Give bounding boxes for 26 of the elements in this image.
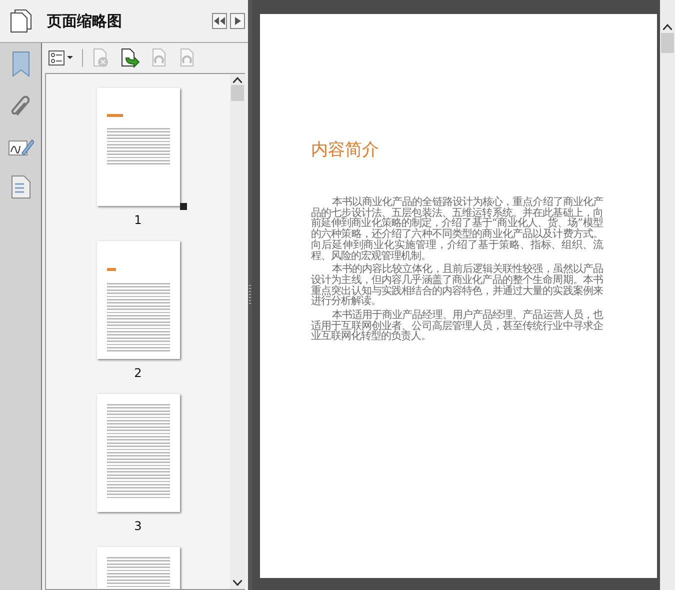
page-thumbnail[interactable] (96, 241, 180, 359)
scroll-down-icon[interactable] (233, 580, 242, 586)
options-icon[interactable] (48, 50, 74, 66)
right-arrow-icon (234, 17, 240, 25)
page-number: 3 (134, 519, 142, 533)
panel-title: 页面缩略图 (47, 12, 123, 30)
bookmark-icon[interactable] (12, 51, 30, 77)
page-thumbnail[interactable] (96, 394, 180, 512)
insert-page-icon[interactable] (119, 48, 141, 68)
double-left-arrow-icon (214, 17, 225, 25)
body-paragraph: 本书以商业化产品的全链路设计为核心，重点介绍了商业化产品的七步设计法、五层包装法、五维运转系统。并在此基础上，向前延伸到商业化策略的制定，介绍了基于“商业化人、货、场”模型的六种策略，还介绍了六种不同类型的商业化产品以及计费方式。向后延伸到商业化实施管理，介绍了基于策略、指标、组织、流程、风险的宏观管理机制。 (311, 197, 603, 262)
document-heading: 内容简介 (311, 139, 380, 161)
page-number: 2 (134, 366, 142, 380)
scroll-up-icon[interactable] (663, 24, 672, 30)
collapse-button[interactable] (212, 13, 227, 29)
body-paragraph: 本书适用于商业产品经理、用户产品经理、产品运营人员，也适用于互联网创业者、公司高层管理人员，甚至传统行业中寻求企业互联网化转型的负责人。 (311, 310, 603, 342)
scrollbar-thumb[interactable] (231, 85, 244, 101)
page-number: 1 (134, 213, 142, 227)
resize-handle-icon[interactable] (180, 203, 186, 210)
body-paragraph: 本书的内容比较立体化，且前后逻辑关联性较强，虽然以产品设计为主线，但内容几乎涵盖了商业化产品的整个生命周期。本书重点突出认知与实践相结合的内容特色，并通过大量的实践案例来进行分析解读。 (311, 264, 603, 308)
scroll-up-icon[interactable] (233, 77, 242, 83)
pages-icon[interactable] (9, 9, 33, 33)
expand-button[interactable] (230, 13, 245, 29)
document-icon[interactable] (10, 175, 30, 199)
scrollbar-thumb[interactable] (661, 33, 674, 53)
signature-icon[interactable] (8, 137, 34, 157)
